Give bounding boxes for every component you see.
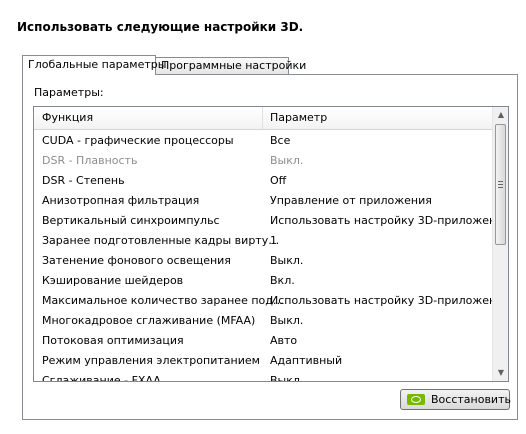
page-title: Использовать следующие настройки 3D. — [17, 20, 304, 34]
column-header-feature[interactable]: Функция — [42, 111, 93, 124]
feature-cell: DSR - Степень — [42, 174, 125, 187]
nvidia-logo-icon — [407, 394, 425, 405]
setting-value-cell: Использовать настройку 3D-приложения — [270, 294, 509, 307]
table-row[interactable]: Анизотропная фильтрация Управление от при… — [34, 190, 494, 210]
scroll-up-arrow-icon[interactable]: ▲ — [493, 107, 508, 123]
settings-label: Параметры: — [34, 86, 104, 99]
grip-icon — [498, 181, 503, 188]
setting-value-cell: Авто — [270, 334, 298, 347]
setting-value-cell: Выкл. — [270, 314, 304, 327]
table-row[interactable]: Сглаживание - FXAA Выкл. — [34, 370, 494, 382]
feature-cell: Затенение фонового освещения — [42, 254, 231, 267]
table-row[interactable]: Режим управления электропитанием Адаптивн… — [34, 350, 494, 370]
tab-program-settings[interactable]: Программные настройки — [155, 57, 306, 74]
table-row[interactable]: DSR - Плавность Выкл. — [34, 150, 494, 170]
feature-cell: Многокадровое сглаживание (MFAA) — [42, 314, 256, 327]
settings-list[interactable]: Функция Параметр CUDA - графические проц… — [33, 106, 509, 382]
feature-cell: CUDA - графические процессоры — [42, 134, 234, 147]
restore-button[interactable]: Восстановить — [400, 389, 511, 410]
setting-value-cell: Все — [270, 134, 291, 147]
table-row[interactable]: Заранее подготовленные кадры вирту… 1 — [34, 230, 494, 250]
table-row[interactable]: Затенение фонового освещения Выкл. — [34, 250, 494, 270]
table-row[interactable]: CUDA - графические процессоры Все — [34, 130, 494, 150]
setting-value-cell: Вкл. — [270, 274, 295, 287]
feature-cell: Заранее подготовленные кадры вирту… — [42, 234, 280, 247]
setting-value-cell: Выкл. — [270, 254, 304, 267]
feature-cell: Сглаживание - FXAA — [42, 374, 161, 382]
setting-value-cell: Off — [270, 174, 287, 187]
feature-cell: Потоковая оптимизация — [42, 334, 184, 347]
setting-value-cell: Адаптивный — [270, 354, 343, 367]
restore-button-label: Восстановить — [431, 393, 511, 406]
setting-value-cell: Выкл. — [270, 374, 304, 382]
table-row[interactable]: Кэширование шейдеров Вкл. — [34, 270, 494, 290]
feature-cell: Максимальное количество заранее под… — [42, 294, 284, 307]
table-row[interactable]: DSR - Степень Off — [34, 170, 494, 190]
feature-cell: Вертикальный синхроимпульс — [42, 214, 220, 227]
vertical-scrollbar[interactable]: ▲ ▼ — [492, 107, 508, 381]
table-row[interactable]: Многокадровое сглаживание (MFAA) Выкл. — [34, 310, 494, 330]
scrollbar-thumb[interactable] — [495, 124, 506, 245]
table-row[interactable]: Вертикальный синхроимпульс Использовать н… — [34, 210, 508, 230]
feature-cell: DSR - Плавность — [42, 154, 138, 167]
table-row[interactable]: Потоковая оптимизация Авто — [34, 330, 494, 350]
column-divider[interactable] — [262, 107, 263, 129]
setting-value-cell: Использовать настройку 3D-приложения — [270, 214, 509, 227]
setting-value-cell: Выкл. — [270, 154, 304, 167]
feature-cell: Кэширование шейдеров — [42, 274, 184, 287]
tab-global-settings[interactable]: Глобальные параметры — [22, 55, 166, 75]
feature-cell: Анизотропная фильтрация — [42, 194, 200, 207]
column-header-setting[interactable]: Параметр — [270, 111, 327, 124]
list-header: Функция Параметр — [34, 107, 494, 130]
scroll-down-arrow-icon[interactable]: ▼ — [493, 365, 508, 381]
table-row[interactable]: Максимальное количество заранее под… Испо… — [34, 290, 508, 310]
setting-value-cell: 1 — [270, 234, 277, 247]
feature-cell: Режим управления электропитанием — [42, 354, 260, 367]
settings-rows: CUDA - графические процессоры Все DSR - Пл… — [34, 130, 508, 382]
setting-value-cell: Управление от приложения — [270, 194, 432, 207]
